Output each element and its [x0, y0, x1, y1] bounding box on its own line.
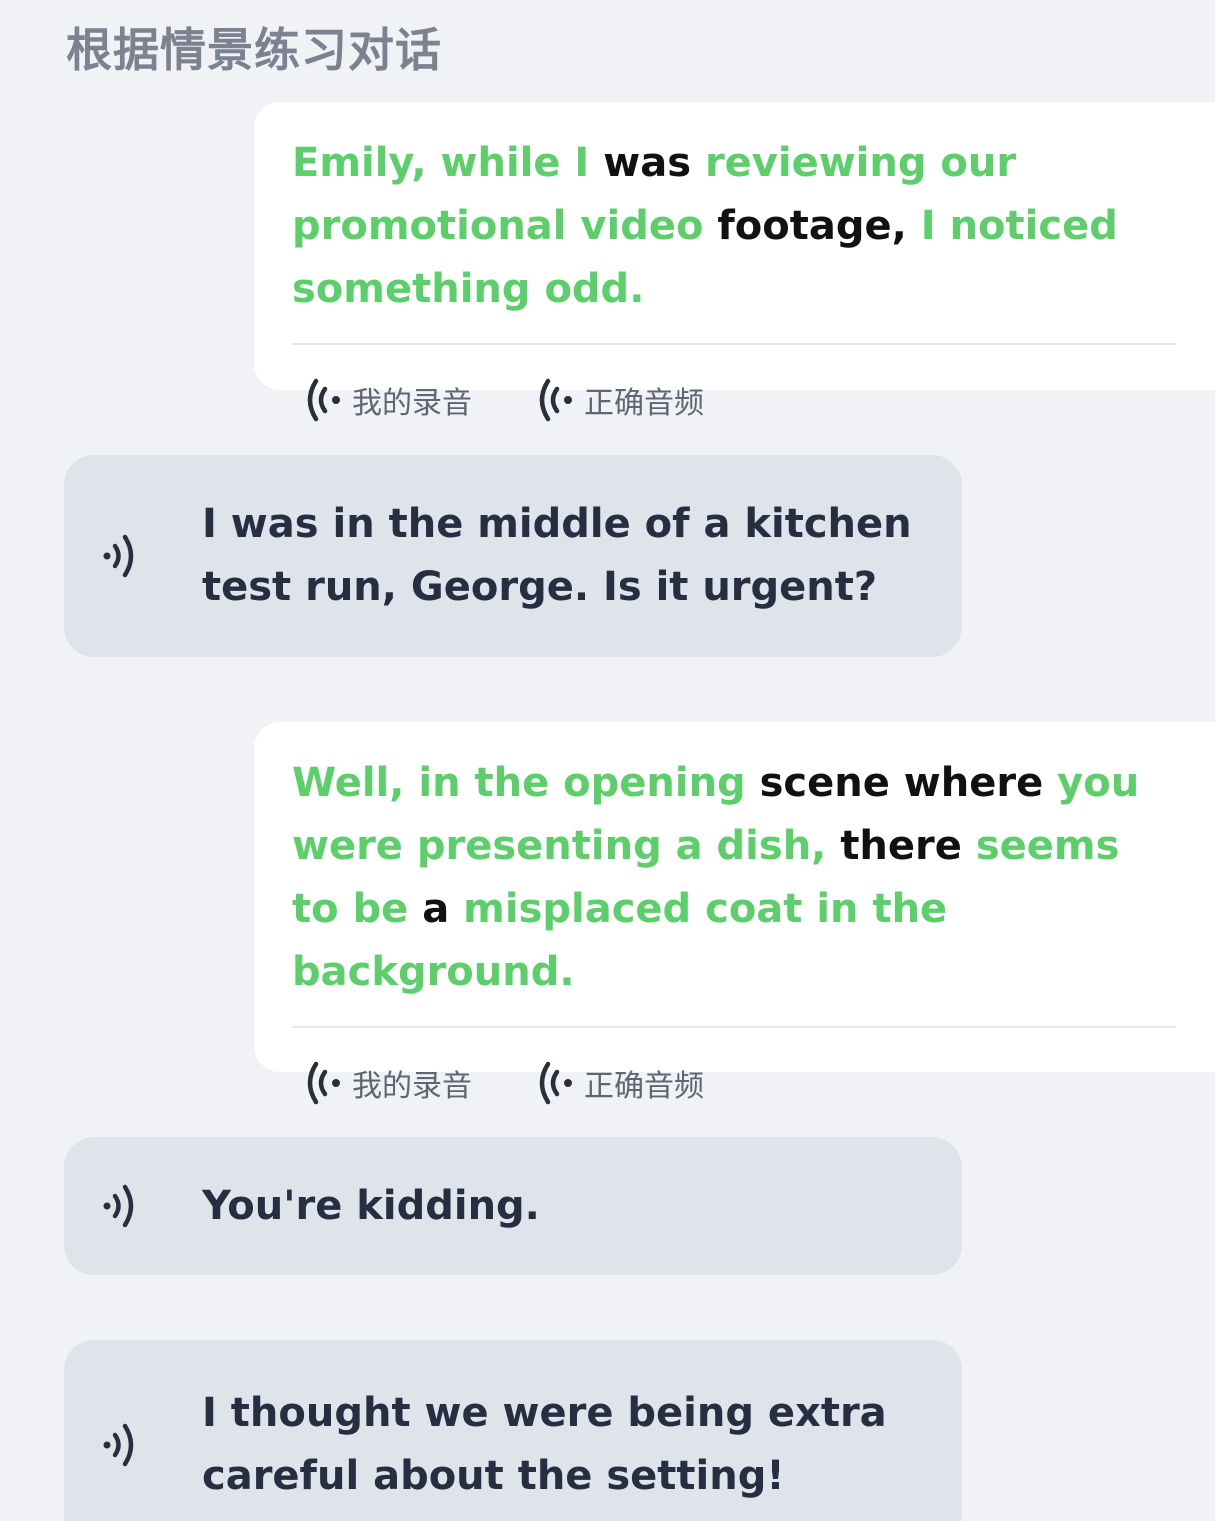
audio-actions: 我的录音 正确音频 [292, 1028, 1206, 1106]
mispronounced-word: footage, [717, 203, 907, 249]
mispronounced-word: a [422, 886, 450, 932]
user-message-text: Well, in the opening scene where you wer… [292, 752, 1176, 1004]
mispronounced-word: was [603, 140, 692, 186]
bot-message: I thought we were being extra careful ab… [64, 1340, 962, 1521]
sound-icon[interactable] [102, 1421, 142, 1469]
speaker-waves-icon [302, 377, 344, 423]
correct-audio-button[interactable]: 正确音频 [534, 1060, 704, 1106]
my-recording-button[interactable]: 我的录音 [302, 1060, 472, 1106]
correct-audio-button[interactable]: 正确音频 [534, 377, 704, 423]
my-recording-button[interactable]: 我的录音 [302, 377, 472, 423]
speaker-waves-icon [302, 1060, 344, 1106]
practice-page: 根据情景练习对话 Emily, while I was reviewing ou… [0, 0, 1215, 1521]
sound-icon[interactable] [102, 532, 142, 580]
my-recording-label: 我的录音 [352, 386, 472, 421]
my-recording-label: 我的录音 [352, 1069, 472, 1104]
user-message: Emily, while I was reviewing our promoti… [254, 102, 1215, 422]
bot-message: I was in the middle of a kitchen test ru… [64, 455, 962, 657]
mispronounced-word: there [840, 823, 962, 869]
page-title: 根据情景练习对话 [66, 23, 442, 77]
user-message-text: Emily, while I was reviewing our promoti… [292, 132, 1176, 321]
correct-audio-label: 正确音频 [584, 386, 704, 421]
sound-icon[interactable] [102, 1182, 142, 1230]
correct-word: Emily, while I [292, 140, 590, 186]
correct-audio-label: 正确音频 [584, 1069, 704, 1104]
user-message: Well, in the opening scene where you wer… [254, 722, 1215, 1105]
speaker-waves-icon [534, 1060, 576, 1106]
speaker-waves-icon [534, 377, 576, 423]
mispronounced-word: scene where [759, 760, 1044, 806]
bot-message-text: You're kidding. [202, 1182, 540, 1229]
bot-message-text: I was in the middle of a kitchen test ru… [202, 501, 912, 610]
bot-message: You're kidding. [64, 1137, 962, 1275]
audio-actions: 我的录音 正确音频 [292, 345, 1206, 423]
correct-word: Well, in the opening [292, 760, 746, 806]
bot-message-text: I thought we were being extra careful ab… [202, 1390, 887, 1499]
